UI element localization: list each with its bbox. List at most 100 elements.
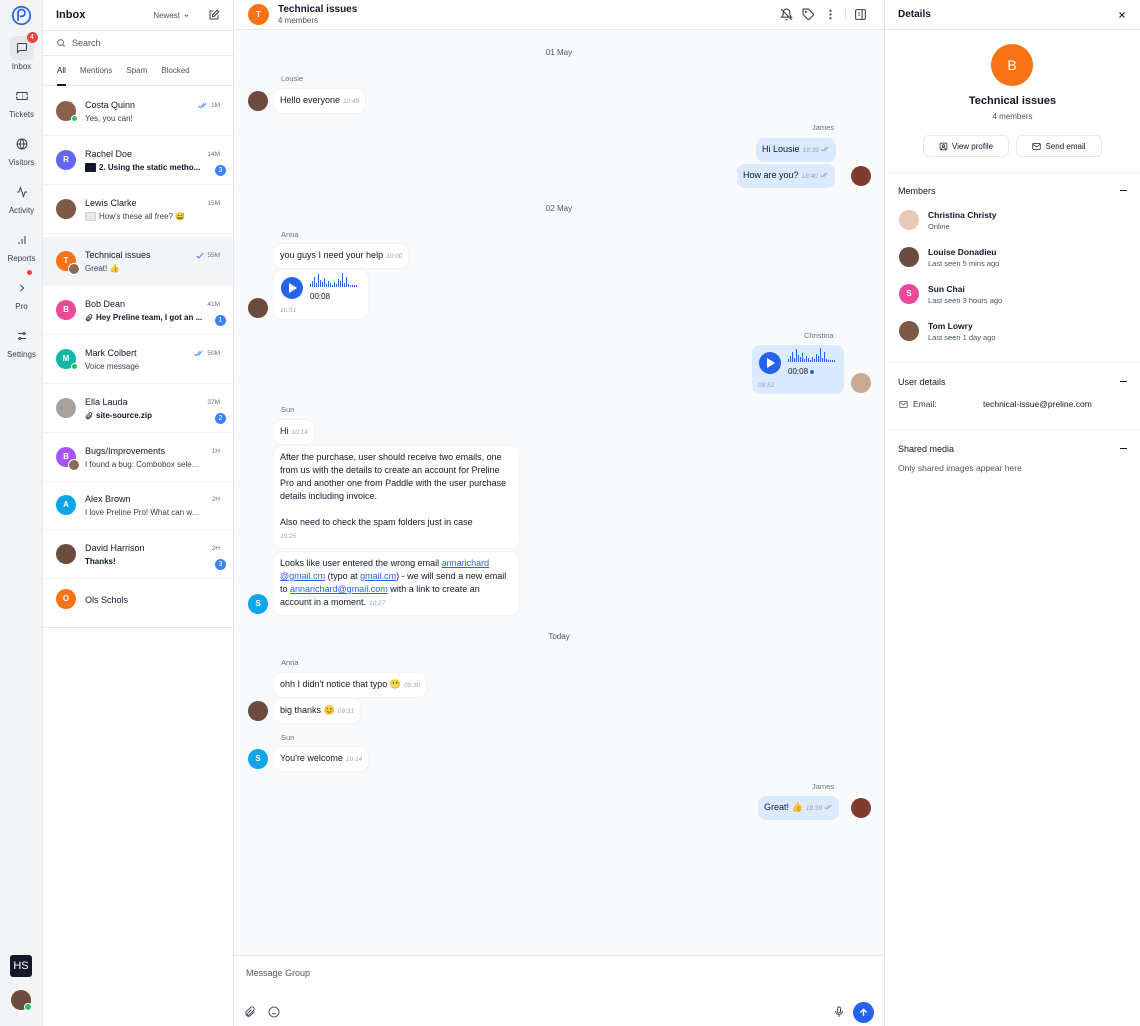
preline-logo-icon[interactable] — [11, 5, 32, 26]
domain-link[interactable]: gmail.cm — [360, 571, 396, 581]
chat-panel: T Technical issues 4 members 01 May Lous… — [234, 0, 885, 1026]
send-email-button[interactable]: Send email — [1016, 135, 1102, 157]
message-bubble: Great! 👍 18:39 — [758, 796, 839, 820]
avatar: M — [56, 349, 78, 370]
more-vertical-icon[interactable] — [824, 8, 837, 21]
rail-visitors[interactable]: Visitors — [0, 132, 43, 167]
message-bubble: Looks like user entered the wrong email … — [274, 552, 519, 615]
tab-mentions[interactable]: Mentions — [80, 56, 112, 86]
email-link[interactable]: @gmail.cm — [280, 571, 325, 581]
rail-inbox[interactable]: 4 Inbox — [0, 32, 43, 71]
voice-duration: 00:08 — [310, 292, 331, 301]
close-icon[interactable] — [1117, 10, 1127, 20]
bell-off-icon[interactable] — [780, 8, 793, 21]
member-status: Last seen 3 hours ago — [928, 296, 1003, 305]
conversation-meta: 55M — [196, 252, 220, 259]
message-time: 10:25 — [280, 533, 297, 540]
inbox-title: Inbox — [56, 9, 86, 21]
header-divider — [845, 8, 846, 21]
conversation-item[interactable]: M Mark Colbert Voice message 50M — [43, 335, 233, 384]
message-bubble: big thanks 😊 09:31 — [274, 699, 361, 723]
conversation-item[interactable]: R Rachel Doe 2. Using the static metho..… — [43, 136, 233, 185]
rail-activity[interactable]: Activity — [0, 180, 43, 215]
email-link[interactable]: annarichard — [442, 558, 490, 568]
conversation-preview: site-source.zip — [96, 411, 153, 420]
message-input[interactable] — [246, 968, 746, 978]
message-time: 10:14 — [345, 756, 363, 763]
message-text: After the purchase, user should receive … — [280, 452, 507, 501]
collapse-shared-media-button[interactable] — [1120, 448, 1127, 449]
details-title: Details — [898, 9, 931, 20]
collapse-members-button[interactable] — [1120, 190, 1127, 191]
message-time: 09:31 — [337, 708, 355, 715]
message-bubble: After the purchase, user should receive … — [274, 446, 519, 548]
email-link[interactable]: annarichard@gmail.com — [290, 584, 388, 594]
image-thumbnail — [85, 163, 96, 173]
group-avatar-large: B — [991, 44, 1033, 86]
mic-icon[interactable] — [833, 1006, 845, 1018]
day-separator: 02 May — [545, 204, 573, 213]
conversation-item[interactable]: A Alex Brown I love Preline Pro! What ca… — [43, 481, 233, 530]
send-email-label: Send email — [1045, 141, 1086, 151]
user-avatar[interactable] — [11, 990, 32, 1011]
email-value[interactable]: technical-issue@preline.com — [983, 399, 1092, 409]
rail-settings[interactable]: Settings — [0, 324, 43, 359]
play-button[interactable] — [759, 352, 781, 374]
sender-avatar — [248, 701, 268, 721]
workspace-switcher[interactable]: HS — [10, 955, 32, 977]
avatar: T — [56, 251, 80, 275]
tab-all[interactable]: All — [57, 56, 66, 86]
conversation-item[interactable]: David Harrison Thanks! 2H 3 — [43, 530, 233, 579]
image-thumbnail — [85, 212, 96, 222]
activity-icon — [16, 186, 27, 198]
member-name: Tom Lowry — [928, 321, 973, 331]
tab-blocked[interactable]: Blocked — [161, 56, 189, 86]
member-name: Christina Christy — [928, 210, 997, 220]
conversation-item[interactable]: B Bob Dean Hey Preline team, I got an ..… — [43, 286, 233, 335]
double-check-icon — [819, 172, 828, 178]
search-input[interactable] — [72, 38, 212, 48]
message-text: Hello everyone — [280, 95, 341, 105]
send-button[interactable] — [853, 1002, 874, 1023]
view-profile-button[interactable]: View profile — [923, 135, 1009, 157]
message-text: (typo at — [325, 571, 361, 581]
message-bubble: ohh I didn't notice that typo 😬 09:30 — [274, 673, 427, 697]
rail-tickets[interactable]: Tickets — [0, 84, 43, 119]
tag-icon[interactable] — [802, 8, 815, 21]
play-button[interactable] — [281, 277, 303, 299]
conversation-time: 50M — [207, 350, 220, 357]
message-bubble: Hi 10:14 — [274, 420, 314, 444]
conversation-item[interactable]: Ella Lauda site-source.zip 37M 2 — [43, 384, 233, 433]
sender-avatar: S — [248, 749, 268, 769]
rail-reports[interactable]: Reports — [0, 228, 43, 263]
voice-duration-wrap: 00:08 — [788, 365, 815, 378]
sort-dropdown[interactable]: Newest — [153, 11, 190, 20]
conversation-item[interactable]: Lewis Clarke How's these all free? 😅 15M — [43, 185, 233, 234]
message-bubble: Hi Lousie 18:39 — [756, 138, 836, 162]
conversation-time: 14M — [207, 151, 220, 158]
message-time: 09:30 — [404, 682, 421, 689]
double-check-icon — [194, 351, 203, 357]
paperclip-icon[interactable] — [244, 1006, 256, 1018]
smile-icon[interactable] — [268, 1006, 280, 1018]
rail-pro[interactable]: Pro — [0, 270, 43, 311]
rail-label: Visitors — [8, 158, 35, 167]
message-text: you guys I need your help — [280, 250, 384, 260]
visitors-rail-icon-wrap — [10, 132, 34, 156]
sidebar-icon[interactable] — [854, 8, 867, 21]
conversation-name: Bugs/Improvements — [85, 446, 166, 456]
collapse-user-details-button[interactable] — [1120, 381, 1127, 382]
tab-spam[interactable]: Spam — [126, 56, 147, 86]
conversation-item-selected[interactable]: T Technical issues Great! 👍 55M — [43, 237, 233, 286]
pro-rail-icon-wrap — [10, 270, 34, 300]
reports-rail-icon-wrap — [10, 228, 34, 252]
playing-dot — [810, 369, 815, 374]
message-author: Sun — [281, 733, 295, 742]
conversation-item[interactable]: Costa Quinn Yes, you can! 1M — [43, 87, 233, 136]
conversation-item[interactable]: B Bugs/Improvements I found a bug: Combo… — [43, 433, 233, 482]
compose-icon[interactable] — [208, 9, 220, 21]
avatar — [56, 101, 78, 122]
message-bubble: How are you? 18:40 — [737, 164, 835, 188]
avatar — [56, 544, 76, 564]
conversation-item[interactable]: O Ols Schols — [43, 579, 233, 628]
